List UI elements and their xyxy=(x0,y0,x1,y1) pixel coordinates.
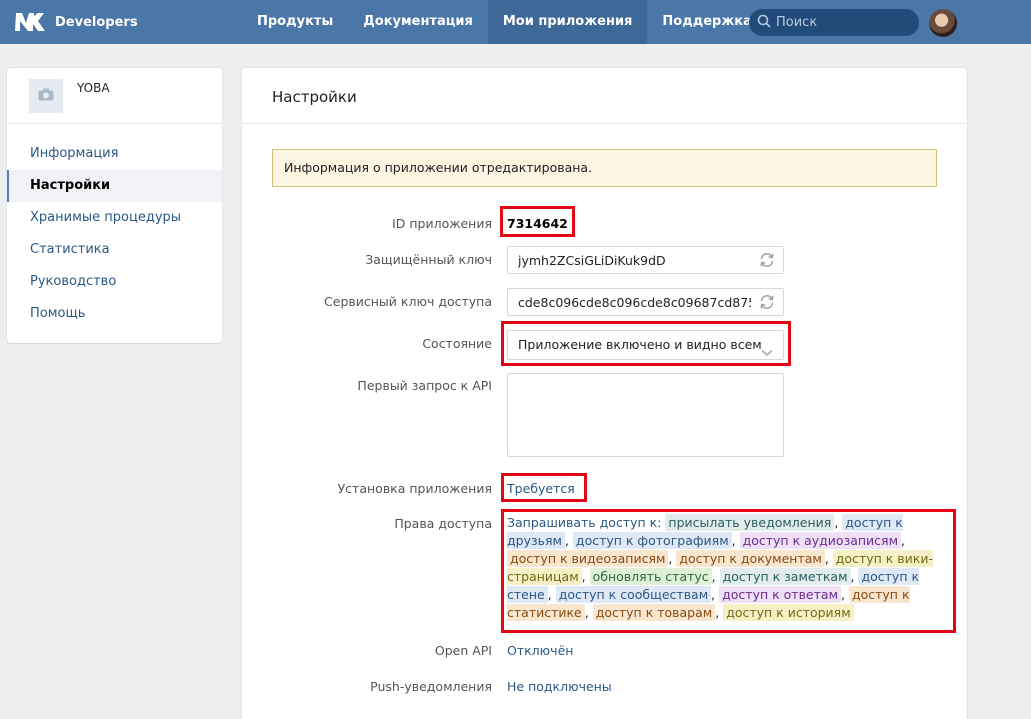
sidebar-item-help[interactable]: Помощь xyxy=(7,298,222,330)
separator-comma: , xyxy=(547,587,552,602)
separator-comma: , xyxy=(715,605,720,620)
access-right-chip[interactable]: доступ к видеозаписям xyxy=(507,550,669,567)
secret-key-label: Защищённый ключ xyxy=(365,252,492,267)
sidebar-item-statistics[interactable]: Статистика xyxy=(7,234,222,266)
access-right-chip[interactable]: доступ к аудиозаписям xyxy=(739,532,902,549)
first-request-textarea[interactable] xyxy=(507,373,784,457)
secret-key-field xyxy=(507,246,784,274)
state-select-value: Приложение включено и видно всем xyxy=(518,337,762,352)
chevron-down-icon xyxy=(761,339,773,367)
app-id-value: 7314642 xyxy=(507,216,568,231)
push-label: Push-уведомления xyxy=(370,679,492,694)
install-label: Установка приложения xyxy=(337,481,492,496)
sidebar-item-stored-procedures[interactable]: Хранимые процедуры xyxy=(7,202,222,234)
sidebar-item-info[interactable]: Информация xyxy=(7,138,222,170)
service-key-input[interactable] xyxy=(507,288,784,316)
separator-comma: , xyxy=(581,569,586,584)
separator-comma: , xyxy=(841,587,845,602)
top-nav: Продукты Документация Мои приложения Под… xyxy=(242,0,767,44)
user-avatar[interactable] xyxy=(929,9,957,37)
rights-prefix[interactable]: Запрашивать доступ к: xyxy=(507,515,661,530)
access-right-chip[interactable]: доступ к фотографиям xyxy=(572,532,732,549)
open-api-link[interactable]: Отключён xyxy=(507,643,573,658)
separator-comma: , xyxy=(731,533,736,548)
sidebar-menu: Информация Настройки Хранимые процедуры … xyxy=(7,124,222,330)
sidebar-item-settings[interactable]: Настройки xyxy=(7,170,222,202)
app-name: YOBA xyxy=(77,81,110,95)
nav-documentation[interactable]: Документация xyxy=(348,0,488,44)
install-link[interactable]: Требуется xyxy=(507,481,575,496)
page-title: Настройки xyxy=(272,88,357,106)
access-right-chip[interactable]: доступ к историям xyxy=(723,604,854,621)
app-thumbnail[interactable] xyxy=(29,79,63,113)
separator-comma: , xyxy=(901,533,905,548)
rights-label: Права доступа xyxy=(394,516,492,531)
state-label: Состояние xyxy=(422,336,492,351)
separator-comma: , xyxy=(668,551,673,566)
first-request-label: Первый запрос к API xyxy=(357,378,492,393)
app-id-label: ID приложения xyxy=(392,216,492,231)
search-icon xyxy=(757,14,771,32)
top-header: Developers Продукты Документация Мои при… xyxy=(0,0,1031,44)
access-right-chip[interactable]: присылать уведомления xyxy=(665,514,835,531)
secret-key-input[interactable] xyxy=(507,246,784,274)
access-right-chip[interactable]: доступ к товарам xyxy=(592,604,716,621)
push-link[interactable]: Не подключены xyxy=(507,679,612,694)
nav-products[interactable]: Продукты xyxy=(242,0,348,44)
vk-developers-logo[interactable]: Developers xyxy=(14,6,138,38)
access-right-chip[interactable]: доступ к документам xyxy=(676,550,825,567)
separator-comma: , xyxy=(824,551,829,566)
nav-my-apps[interactable]: Мои приложения xyxy=(487,0,648,44)
sidebar-item-guide[interactable]: Руководство xyxy=(7,266,222,298)
first-request-field xyxy=(507,373,784,461)
refresh-secret-key-icon[interactable] xyxy=(758,251,776,269)
separator-comma: , xyxy=(711,587,716,602)
service-key-label: Сервисный ключ доступа xyxy=(324,294,492,309)
access-right-chip[interactable]: обновлять статус xyxy=(589,568,712,585)
title-divider xyxy=(242,123,967,124)
camera-icon xyxy=(38,88,54,105)
search-box[interactable] xyxy=(749,9,919,36)
vk-logo-icon xyxy=(14,6,48,38)
separator-comma: , xyxy=(711,569,716,584)
state-select[interactable]: Приложение включено и видно всем xyxy=(507,330,784,360)
separator-comma: , xyxy=(834,515,839,530)
open-api-label: Open API xyxy=(434,643,492,658)
access-right-chip[interactable]: доступ к сообществам xyxy=(555,586,712,603)
separator-comma: , xyxy=(564,533,569,548)
access-right-chip[interactable]: доступ к заметкам xyxy=(719,568,851,585)
state-field: Приложение включено и видно всем xyxy=(507,330,784,360)
app-sidebar: YOBA Информация Настройки Хранимые проце… xyxy=(7,68,222,343)
search-input[interactable] xyxy=(776,15,906,30)
access-right-chip[interactable]: доступ к ответам xyxy=(719,586,841,603)
refresh-service-key-icon[interactable] xyxy=(758,293,776,311)
app-header: YOBA xyxy=(7,68,222,124)
access-rights-list: Запрашивать доступ к: присылать уведомле… xyxy=(507,514,957,622)
service-key-field xyxy=(507,288,784,316)
settings-panel: Настройки Информация о приложении отреда… xyxy=(242,68,967,719)
success-notice: Информация о приложении отредактирована. xyxy=(272,149,937,187)
separator-comma: , xyxy=(584,605,589,620)
separator-comma: , xyxy=(850,569,855,584)
logo-text: Developers xyxy=(55,14,138,30)
